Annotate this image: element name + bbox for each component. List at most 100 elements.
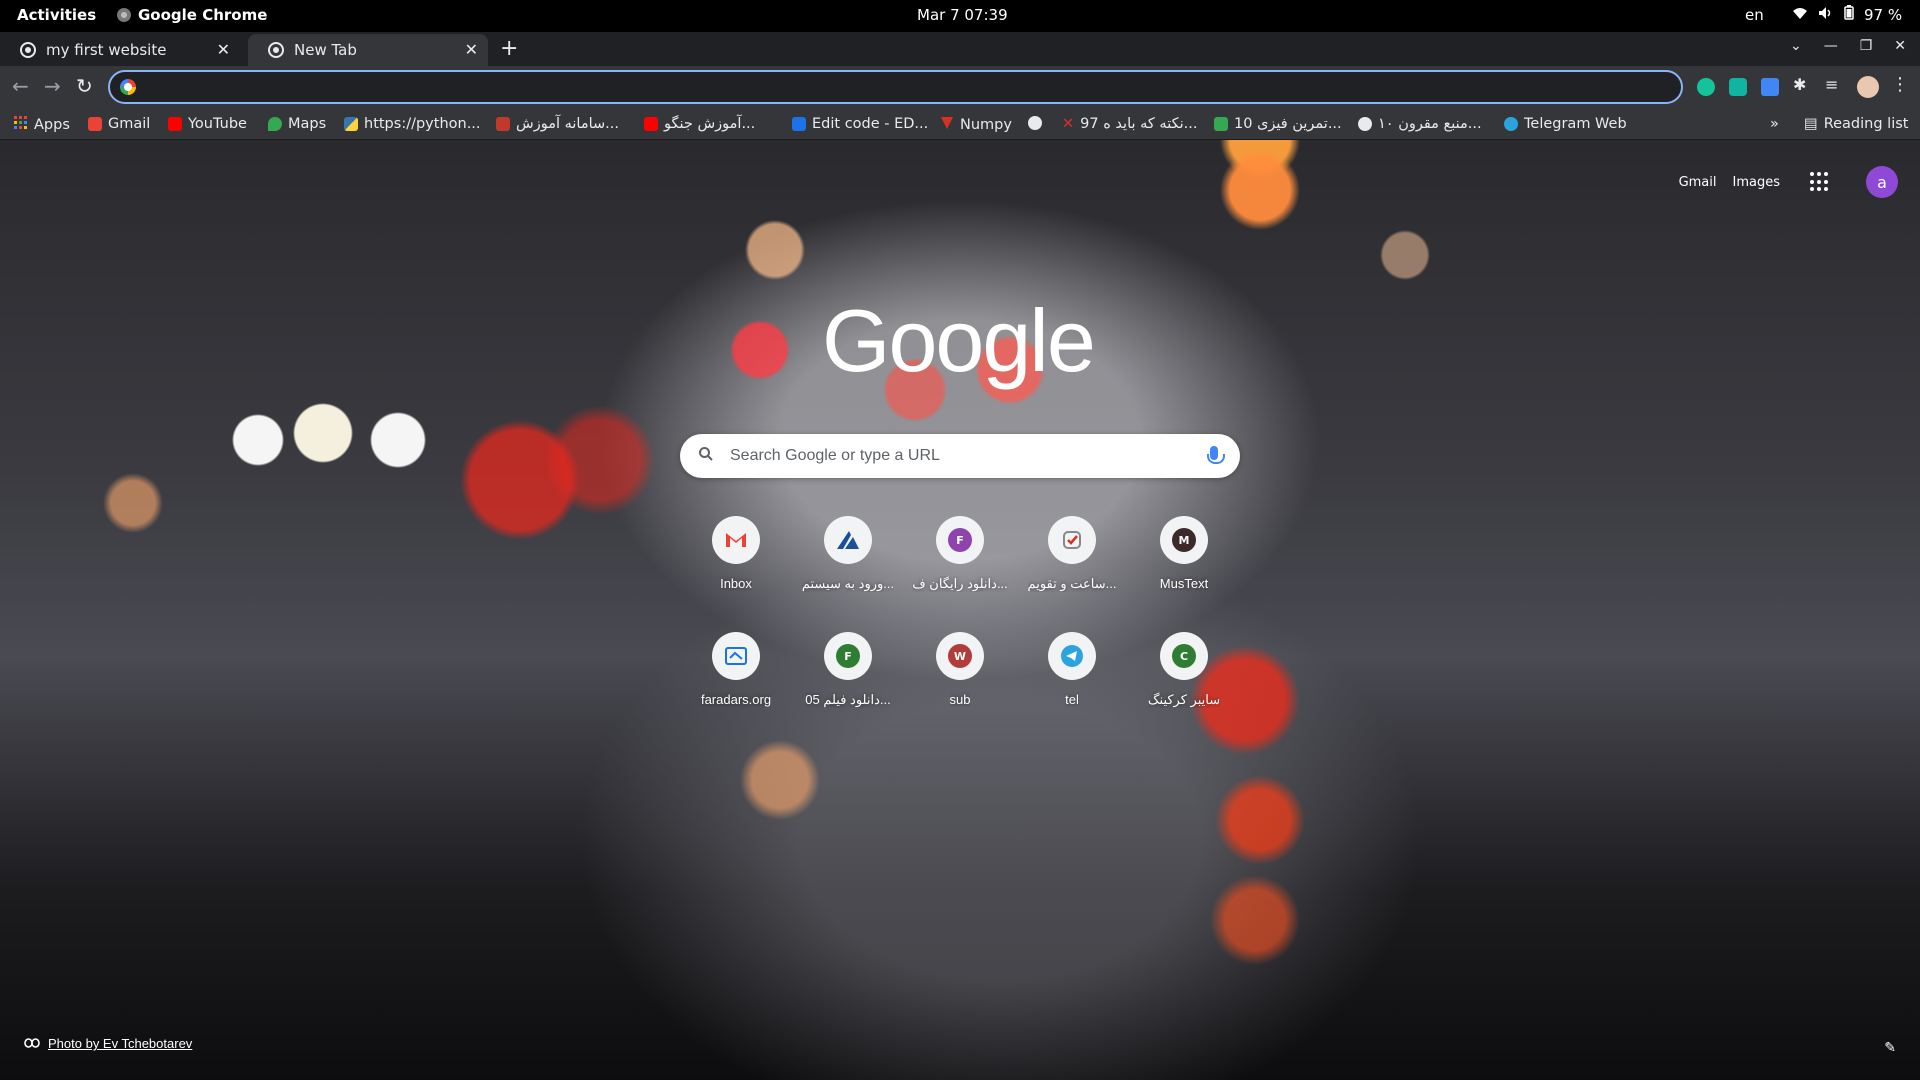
- reload-button[interactable]: ↻: [76, 74, 93, 98]
- extensions-puzzle-icon[interactable]: ✱: [1793, 75, 1811, 94]
- media-queue-icon[interactable]: ≡: [1825, 75, 1843, 94]
- bookmark-97-tips[interactable]: ✕ 97 نکته که باید ه...: [1062, 116, 1197, 132]
- grammarly-icon[interactable]: [1697, 78, 1715, 96]
- bookmarks-overflow-button[interactable]: »: [1770, 116, 1779, 132]
- shortcuts-grid: Inbox ورود به سیستم... F دانلود رایگان ف…: [680, 502, 1240, 720]
- youtube-icon: [168, 117, 182, 131]
- close-icon[interactable]: ✕: [465, 40, 478, 59]
- google-icon: [120, 79, 136, 95]
- app-menu[interactable]: Google Chrome: [117, 6, 267, 24]
- apps-grid-icon: [14, 116, 28, 134]
- shortcut-favicon: [824, 516, 872, 564]
- bookmark-label: سامانه آموزش...: [516, 116, 619, 132]
- bookmark-label: Maps: [288, 116, 327, 132]
- profile-avatar-icon[interactable]: [1857, 76, 1879, 98]
- bookmark-sources[interactable]: ۱۰ منبع مقرون...: [1358, 116, 1482, 132]
- tab-search-icon[interactable]: ⌄: [1790, 38, 1802, 54]
- globe-icon: [1358, 117, 1372, 131]
- shortcut-label: دانلود فیلم 05...: [805, 692, 891, 707]
- reading-list-label: Reading list: [1823, 116, 1909, 132]
- tab-new-tab[interactable]: New Tab ✕: [248, 34, 488, 66]
- forward-button[interactable]: →: [44, 74, 61, 98]
- bookmark-numpy[interactable]: Numpy: [940, 116, 1012, 134]
- toolbar: ← → ↻ ✱ ≡ ⋮: [0, 66, 1920, 110]
- bookmark-label: Apps: [34, 117, 70, 133]
- reading-list-icon: ▤: [1804, 116, 1818, 132]
- letter-icon: F: [836, 644, 860, 668]
- bookmark-python[interactable]: https://python...: [344, 116, 481, 132]
- ntp-header-links: Gmail Images a: [1679, 166, 1898, 198]
- bookmark-label: ۱۰ منبع مقرون...: [1378, 116, 1482, 132]
- bookmark-label: آموزش جنگو...: [664, 116, 756, 132]
- bookmark-label: Gmail: [108, 116, 151, 132]
- omnibox[interactable]: [108, 70, 1683, 104]
- shortcut-label: sub: [949, 692, 971, 707]
- customize-pencil-icon[interactable]: ✎: [1884, 1040, 1896, 1056]
- bookmark-label: 10 تمرین فیزی...: [1234, 116, 1342, 132]
- shortcut-tile[interactable]: faradars.org: [680, 618, 792, 720]
- system-tray[interactable]: 97 %: [1792, 5, 1902, 24]
- google-apps-icon[interactable]: [1810, 172, 1830, 192]
- bookmark-gmail[interactable]: Gmail: [88, 116, 150, 132]
- link-icon: [24, 1036, 40, 1051]
- bookmark-youtube[interactable]: YouTube: [168, 116, 247, 132]
- google-logo: Google: [822, 291, 1096, 390]
- system-top-bar: Activities Google Chrome Mar 7 07:39 en …: [0, 0, 1920, 32]
- shortcut-tile[interactable]: M MusText: [1128, 502, 1240, 604]
- gmail-link[interactable]: Gmail: [1679, 175, 1717, 190]
- shortcut-tile[interactable]: F دانلود فیلم 05...: [792, 618, 904, 720]
- activities-button[interactable]: Activities: [17, 6, 96, 24]
- search-box[interactable]: [680, 434, 1240, 478]
- shortcut-favicon: [712, 632, 760, 680]
- close-window-icon[interactable]: ✕: [1894, 38, 1906, 54]
- reading-list-button[interactable]: ▤ Reading list: [1804, 116, 1908, 132]
- shortcut-tile[interactable]: C سایبر کرکینگ: [1128, 618, 1240, 720]
- account-avatar[interactable]: a: [1866, 166, 1898, 198]
- letter-icon: C: [1172, 644, 1196, 668]
- photo-credit-text: Photo by Ev Tchebotarev: [48, 1036, 193, 1051]
- maps-pin-icon: [268, 117, 282, 131]
- shortcut-tile[interactable]: ورود به سیستم...: [792, 502, 904, 604]
- keyboard-layout[interactable]: en: [1745, 6, 1764, 24]
- bookmark-physics[interactable]: 10 تمرین فیزی...: [1214, 116, 1342, 132]
- translate-icon[interactable]: [1761, 78, 1779, 96]
- shortcut-tile[interactable]: ساعت و تقویم...: [1016, 502, 1128, 604]
- new-tab-page: Gmail Images a Google Inbox ورود به سیست…: [0, 140, 1920, 1080]
- tab-my-first-website[interactable]: my first website ✕: [0, 34, 240, 66]
- bookmark-django[interactable]: آموزش جنگو...: [644, 116, 755, 132]
- address-input[interactable]: [144, 78, 1644, 96]
- shortcut-tile[interactable]: W sub: [904, 618, 1016, 720]
- gmail-icon: [88, 117, 102, 131]
- shortcut-tile[interactable]: tel: [1016, 618, 1128, 720]
- bookmark-globe[interactable]: [1028, 116, 1048, 130]
- bookmark-telegram[interactable]: Telegram Web: [1504, 116, 1627, 132]
- photo-credit-link[interactable]: Photo by Ev Tchebotarev: [24, 1036, 192, 1051]
- close-icon[interactable]: ✕: [217, 40, 230, 59]
- bookmark-label: Numpy: [960, 117, 1012, 133]
- telegram-icon: [1504, 117, 1518, 131]
- bookmark-edx[interactable]: Edit code - ED...: [792, 116, 928, 132]
- menu-kebab-icon[interactable]: ⋮: [1891, 74, 1909, 95]
- minimize-icon[interactable]: —: [1824, 38, 1838, 54]
- bookmarks-bar: Apps Gmail YouTube Maps https://python..…: [0, 110, 1920, 140]
- clock[interactable]: Mar 7 07:39: [917, 6, 1008, 24]
- bookmark-apps[interactable]: Apps: [14, 116, 70, 134]
- new-tab-button[interactable]: +: [500, 36, 518, 61]
- shield-extension-icon[interactable]: [1729, 78, 1747, 96]
- restore-icon[interactable]: ❐: [1860, 38, 1873, 54]
- shortcut-label: دانلود رایگان ف...: [912, 576, 1008, 591]
- shortcut-tile[interactable]: F دانلود رایگان ف...: [904, 502, 1016, 604]
- images-link[interactable]: Images: [1733, 175, 1781, 190]
- volume-icon: [1818, 6, 1834, 24]
- shortcut-label: faradars.org: [700, 692, 772, 707]
- shortcut-label: ورود به سیستم...: [801, 576, 895, 591]
- shortcut-tile[interactable]: Inbox: [680, 502, 792, 604]
- search-input[interactable]: [730, 447, 1170, 465]
- microphone-icon[interactable]: [1207, 446, 1225, 464]
- shortcut-favicon: [1048, 516, 1096, 564]
- back-button[interactable]: ←: [12, 74, 29, 98]
- bookmark-amoozesh[interactable]: سامانه آموزش...: [496, 116, 619, 132]
- bookmark-maps[interactable]: Maps: [268, 116, 326, 132]
- youtube-icon: [644, 117, 658, 131]
- shortcut-favicon: F: [936, 516, 984, 564]
